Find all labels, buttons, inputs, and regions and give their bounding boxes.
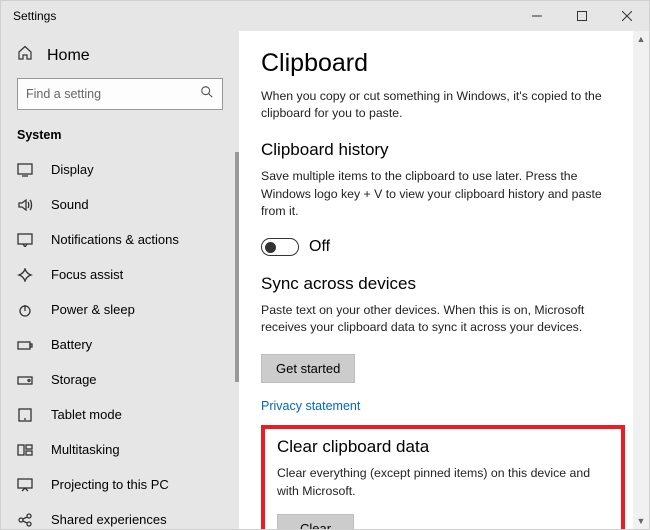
- nav-label: Display: [51, 162, 94, 177]
- nav-label: Power & sleep: [51, 302, 135, 317]
- minimize-button[interactable]: [514, 1, 559, 31]
- nav-item-sound[interactable]: Sound: [1, 187, 239, 222]
- focus-icon: [17, 268, 35, 282]
- intro-text: When you copy or cut something in Window…: [261, 88, 625, 122]
- nav-label: Focus assist: [51, 267, 123, 282]
- nav-label: Storage: [51, 372, 97, 387]
- category-heading: System: [1, 122, 239, 152]
- maximize-button[interactable]: [559, 1, 604, 31]
- main-scrollbar[interactable]: ▲ ▼: [633, 31, 649, 529]
- nav-label: Tablet mode: [51, 407, 122, 422]
- sound-icon: [17, 198, 35, 212]
- history-heading: Clipboard history: [261, 140, 625, 160]
- clear-desc: Clear everything (except pinned items) o…: [277, 465, 609, 499]
- shared-icon: [17, 513, 35, 527]
- titlebar: Settings: [1, 1, 649, 31]
- privacy-link[interactable]: Privacy statement: [261, 399, 360, 413]
- search-icon: [200, 85, 214, 104]
- get-started-button[interactable]: Get started: [261, 354, 355, 383]
- home-nav[interactable]: Home: [1, 31, 239, 78]
- power-icon: [17, 303, 35, 317]
- page-title: Clipboard: [261, 49, 625, 78]
- history-toggle-label: Off: [309, 238, 330, 256]
- nav-item-notifications[interactable]: Notifications & actions: [1, 222, 239, 257]
- nav-label: Multitasking: [51, 442, 120, 457]
- scroll-down-icon[interactable]: ▼: [637, 513, 646, 529]
- multitasking-icon: [17, 443, 35, 457]
- sidebar: Home System Display Sound Notifications …: [1, 31, 239, 529]
- home-icon: [17, 45, 33, 66]
- storage-icon: [17, 373, 35, 387]
- history-desc: Save multiple items to the clipboard to …: [261, 168, 625, 220]
- nav-label: Battery: [51, 337, 92, 352]
- nav-item-projecting[interactable]: Projecting to this PC: [1, 467, 239, 502]
- main-panel: Clipboard When you copy or cut something…: [239, 31, 649, 529]
- sync-heading: Sync across devices: [261, 274, 625, 294]
- nav-item-shared[interactable]: Shared experiences: [1, 502, 239, 529]
- nav-item-multitasking[interactable]: Multitasking: [1, 432, 239, 467]
- nav-label: Shared experiences: [51, 512, 167, 527]
- search-field[interactable]: [26, 87, 200, 101]
- nav-item-focus[interactable]: Focus assist: [1, 257, 239, 292]
- nav-item-display[interactable]: Display: [1, 152, 239, 187]
- nav-label: Notifications & actions: [51, 232, 179, 247]
- notifications-icon: [17, 233, 35, 247]
- nav-list: Display Sound Notifications & actions Fo…: [1, 152, 239, 529]
- clear-button[interactable]: Clear: [277, 514, 354, 529]
- sync-desc: Paste text on your other devices. When t…: [261, 302, 625, 336]
- close-button[interactable]: [604, 1, 649, 31]
- window-title: Settings: [1, 9, 514, 23]
- battery-icon: [17, 338, 35, 352]
- history-toggle[interactable]: [261, 238, 299, 256]
- nav-item-storage[interactable]: Storage: [1, 362, 239, 397]
- nav-label: Projecting to this PC: [51, 477, 169, 492]
- clear-section-highlight: Clear clipboard data Clear everything (e…: [261, 425, 625, 529]
- home-label: Home: [47, 47, 90, 65]
- clear-heading: Clear clipboard data: [277, 437, 609, 457]
- nav-item-power[interactable]: Power & sleep: [1, 292, 239, 327]
- display-icon: [17, 163, 35, 177]
- nav-item-battery[interactable]: Battery: [1, 327, 239, 362]
- projecting-icon: [17, 478, 35, 492]
- nav-item-tablet[interactable]: Tablet mode: [1, 397, 239, 432]
- search-input[interactable]: [17, 78, 223, 110]
- tablet-icon: [17, 408, 35, 422]
- nav-label: Sound: [51, 197, 89, 212]
- scroll-up-icon[interactable]: ▲: [637, 31, 646, 47]
